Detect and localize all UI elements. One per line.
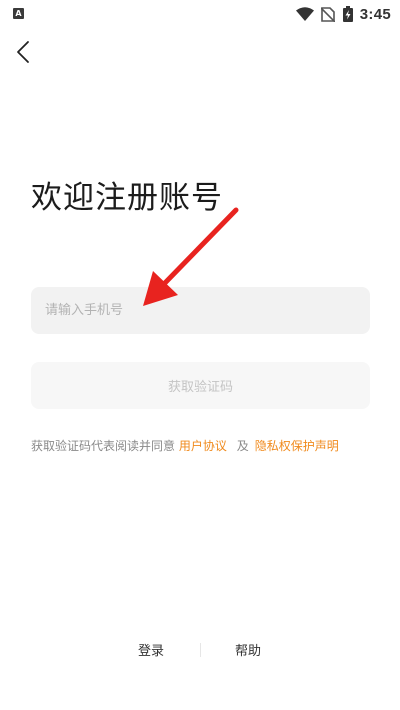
chevron-left-icon	[17, 41, 29, 63]
privacy-policy-link[interactable]: 隐私权保护声明	[255, 439, 339, 453]
bottom-nav: 登录 帮助	[0, 640, 400, 662]
back-button[interactable]	[8, 36, 40, 68]
page-title: 欢迎注册账号	[31, 180, 223, 216]
status-icons: 3:45	[295, 5, 391, 23]
annotation-arrow-icon	[143, 207, 239, 306]
help-link[interactable]: 帮助	[235, 640, 261, 659]
agreement-conjunction: 及	[236, 439, 249, 453]
wifi-icon	[295, 7, 314, 21]
status-time: 3:45	[359, 5, 391, 23]
phone-field[interactable]	[31, 287, 370, 334]
phone-input[interactable]	[45, 287, 355, 334]
no-sim-icon	[320, 6, 335, 22]
agreement-prefix: 获取验证码代表阅读并同意	[31, 439, 176, 453]
login-link[interactable]: 登录	[138, 640, 164, 659]
get-code-button[interactable]: 获取验证码	[31, 362, 370, 409]
status-bar: A 3:45	[0, 0, 400, 28]
user-agreement-link[interactable]: 用户协议	[179, 439, 227, 453]
notification-a-icon: A	[13, 8, 24, 19]
battery-charging-icon	[342, 6, 353, 22]
agreement-text: 获取验证码代表阅读并同意 用户协议 及隐私权保护声明	[31, 437, 339, 455]
bottom-divider	[200, 643, 201, 657]
